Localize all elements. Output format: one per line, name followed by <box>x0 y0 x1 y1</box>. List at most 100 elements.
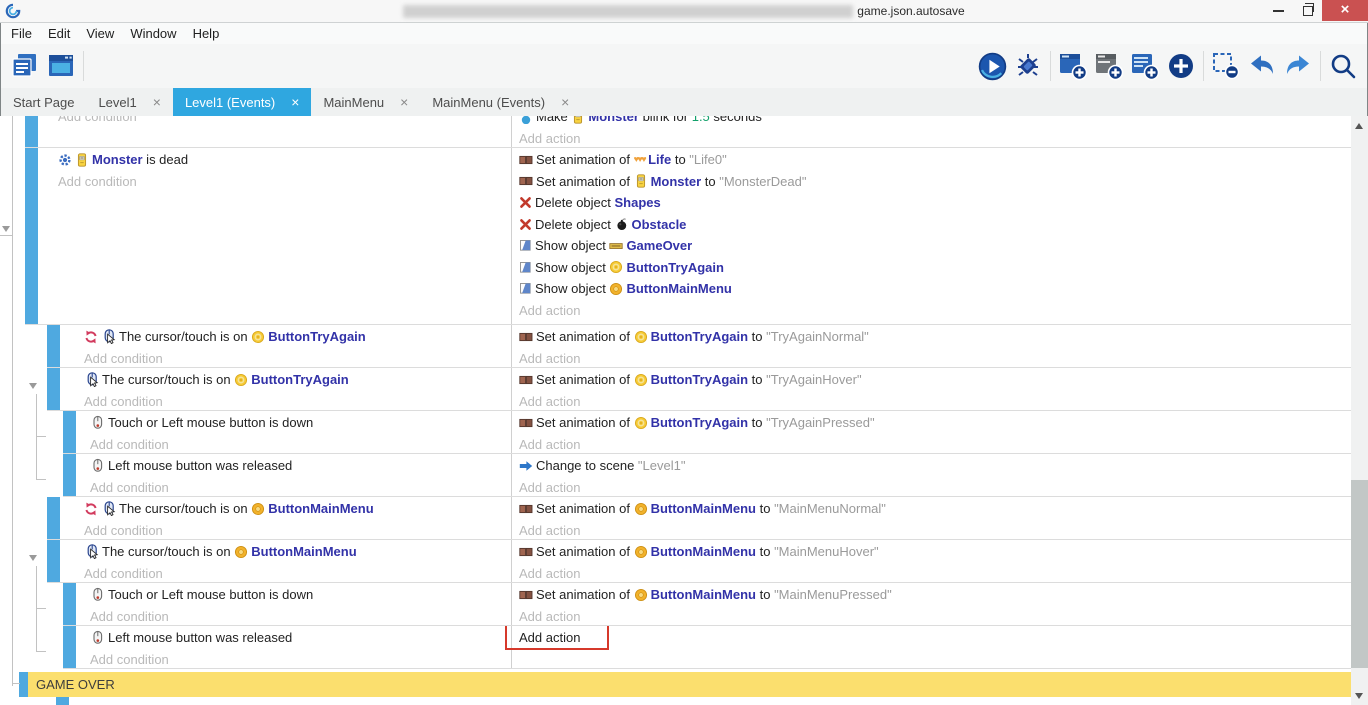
add-action-button[interactable]: Add action <box>519 300 1351 322</box>
tab-level1[interactable]: Level1× <box>86 88 173 116</box>
add-comment-button[interactable] <box>1127 47 1163 85</box>
close-button[interactable]: × <box>1322 0 1368 21</box>
action-line[interactable]: Set animation of ButtonTryAgain to "TryA… <box>519 412 1351 434</box>
conditions-cell[interactable]: The cursor/touch is on ButtonTryAgainAdd… <box>0 368 511 411</box>
action-line[interactable]: Change to scene "Level1" <box>519 455 1351 477</box>
undo-button[interactable] <box>1244 47 1280 85</box>
search-button[interactable] <box>1325 47 1361 85</box>
close-tab-icon[interactable]: × <box>400 95 408 109</box>
action-line[interactable]: Set animation of ButtonTryAgain to "TryA… <box>519 369 1351 391</box>
actions-cell[interactable]: Add action <box>511 626 1351 669</box>
add-action-button[interactable]: Add action <box>519 563 1351 584</box>
event-row[interactable]: The cursor/touch is on ButtonMainMenuAdd… <box>0 540 1351 583</box>
event-row[interactable]: Touch or Left mouse button is downAdd co… <box>0 411 1351 454</box>
scene-editor-button[interactable] <box>43 47 79 85</box>
action-line[interactable]: Set animation of ButtonMainMenu to "Main… <box>519 584 1351 606</box>
conditions-cell[interactable]: The cursor/touch is on ButtonTryAgainAdd… <box>0 325 511 368</box>
actions-cell[interactable]: Make Monster blink for 1.5 secondsAdd ac… <box>511 116 1351 148</box>
condition-line[interactable]: The cursor/touch is on ButtonMainMenu <box>84 541 511 563</box>
action-line[interactable]: Set animation of ButtonTryAgain to "TryA… <box>519 326 1351 348</box>
condition-line[interactable]: The cursor/touch is on ButtonMainMenu <box>84 498 511 520</box>
add-subevent-button[interactable] <box>1091 47 1127 85</box>
close-tab-icon[interactable]: × <box>291 95 299 109</box>
title-bar[interactable]: game.json.autosave × <box>0 0 1368 23</box>
event-row[interactable]: Left mouse button was releasedAdd condit… <box>0 626 1351 669</box>
menu-file[interactable]: File <box>3 26 40 41</box>
action-line[interactable]: Add action <box>519 627 1351 649</box>
menu-view[interactable]: View <box>78 26 122 41</box>
preview-button[interactable] <box>974 47 1010 85</box>
actions-cell[interactable]: Set animation of ButtonMainMenu to "Main… <box>511 583 1351 626</box>
conditions-cell[interactable]: Left mouse button was releasedAdd condit… <box>0 454 511 497</box>
condition-line[interactable]: The cursor/touch is on ButtonTryAgain <box>84 326 511 348</box>
event-row[interactable]: The cursor/touch is on ButtonTryAgainAdd… <box>0 325 1351 368</box>
conditions-cell[interactable]: Add condition <box>0 116 511 148</box>
tab-level1-events[interactable]: Level1 (Events)× <box>173 88 312 116</box>
menu-edit[interactable]: Edit <box>40 26 78 41</box>
add-action-button[interactable]: Add action <box>519 477 1351 498</box>
action-line[interactable]: Show object ButtonMainMenu <box>519 278 1351 300</box>
action-line[interactable]: Show object ButtonTryAgain <box>519 257 1351 279</box>
add-condition-button[interactable]: Add condition <box>90 477 511 498</box>
condition-line[interactable]: Touch or Left mouse button is down <box>90 584 511 606</box>
menu-window[interactable]: Window <box>122 26 184 41</box>
conditions-cell[interactable]: Touch or Left mouse button is downAdd co… <box>0 411 511 454</box>
action-line[interactable]: Set animation of ♥♥♥Life to "Life0" <box>519 149 1351 171</box>
close-tab-icon[interactable]: × <box>153 95 161 109</box>
conditions-cell[interactable]: Monster is deadAdd condition <box>0 148 511 325</box>
tab-mainmenu[interactable]: MainMenu× <box>311 88 420 116</box>
add-action-button[interactable]: Add action <box>519 128 1351 149</box>
event-row[interactable]: The cursor/touch is on ButtonMainMenuAdd… <box>0 497 1351 540</box>
add-condition-button[interactable]: Add condition <box>90 649 511 670</box>
add-action-button[interactable]: Add action <box>519 606 1351 627</box>
debug-button[interactable] <box>1010 47 1046 85</box>
restore-button[interactable] <box>1293 0 1322 21</box>
scroll-up-icon[interactable] <box>1355 123 1363 129</box>
tab-start-page[interactable]: Start Page <box>1 88 86 116</box>
condition-line[interactable]: Monster is dead <box>58 149 511 171</box>
add-action-button[interactable]: Add action <box>519 520 1351 541</box>
conditions-cell[interactable]: Left mouse button was releasedAdd condit… <box>0 626 511 669</box>
add-action-button[interactable]: Add action <box>519 391 1351 412</box>
comment-event[interactable]: GAME OVER <box>0 672 1351 697</box>
condition-line[interactable]: Left mouse button was released <box>90 627 511 649</box>
condition-line[interactable]: Left mouse button was released <box>90 455 511 477</box>
event-row[interactable]: Add conditionMake Monster blink for 1.5 … <box>0 116 1351 148</box>
events-sheet[interactable]: Add conditionMake Monster blink for 1.5 … <box>0 116 1368 705</box>
action-line[interactable]: Delete object Shapes <box>519 192 1351 214</box>
add-condition-button[interactable]: Add condition <box>84 563 511 584</box>
add-condition-button[interactable]: Add condition <box>58 171 511 193</box>
action-line[interactable]: Set animation of Monster to "MonsterDead… <box>519 171 1351 193</box>
action-line[interactable]: Delete object Obstacle <box>519 214 1351 236</box>
conditions-cell[interactable]: The cursor/touch is on ButtonMainMenuAdd… <box>0 497 511 540</box>
conditions-cell[interactable]: Touch or Left mouse button is downAdd co… <box>0 583 511 626</box>
action-line[interactable]: Set animation of ButtonMainMenu to "Main… <box>519 498 1351 520</box>
project-manager-button[interactable] <box>7 47 43 85</box>
action-line[interactable]: Set animation of ButtonMainMenu to "Main… <box>519 541 1351 563</box>
actions-cell[interactable]: Set animation of ButtonMainMenu to "Main… <box>511 540 1351 583</box>
action-line[interactable]: Show object GameOver <box>519 235 1351 257</box>
add-condition-button[interactable]: Add condition <box>90 434 511 455</box>
event-row[interactable]: Monster is deadAdd condition Set animatio… <box>0 148 1351 325</box>
close-tab-icon[interactable]: × <box>561 95 569 109</box>
scroll-down-icon[interactable] <box>1355 693 1363 699</box>
add-condition-button[interactable]: Add condition <box>84 348 511 369</box>
action-line[interactable]: Make Monster blink for 1.5 seconds <box>519 116 1351 128</box>
add-new-button[interactable] <box>1163 47 1199 85</box>
conditions-cell[interactable]: The cursor/touch is on ButtonMainMenuAdd… <box>0 540 511 583</box>
add-condition-button[interactable]: Add condition <box>84 391 511 412</box>
remove-selection-button[interactable] <box>1208 47 1244 85</box>
condition-line[interactable]: The cursor/touch is on ButtonTryAgain <box>84 369 511 391</box>
actions-cell[interactable]: Set animation of ButtonTryAgain to "TryA… <box>511 368 1351 411</box>
condition-line[interactable]: Touch or Left mouse button is down <box>90 412 511 434</box>
add-action-button[interactable]: Add action <box>519 434 1351 455</box>
scrollbar-thumb[interactable] <box>1351 480 1368 668</box>
actions-cell[interactable]: Set animation of ButtonTryAgain to "TryA… <box>511 325 1351 368</box>
menu-help[interactable]: Help <box>185 26 228 41</box>
add-condition-button[interactable]: Add condition <box>90 606 511 627</box>
event-row[interactable]: Left mouse button was releasedAdd condit… <box>0 454 1351 497</box>
add-action-button[interactable]: Add action <box>519 348 1351 369</box>
add-condition-button[interactable]: Add condition <box>84 520 511 541</box>
tab-mainmenu-events[interactable]: MainMenu (Events)× <box>420 88 581 116</box>
add-event-button[interactable] <box>1055 47 1091 85</box>
